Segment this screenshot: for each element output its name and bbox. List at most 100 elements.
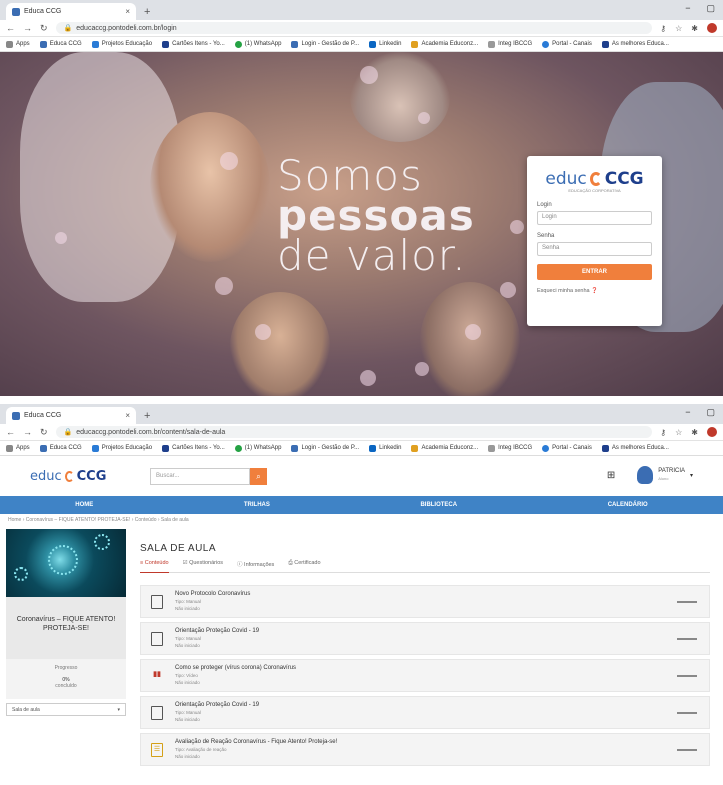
forward-icon[interactable]: → bbox=[23, 427, 32, 437]
bookmark-icon bbox=[162, 40, 170, 48]
nav-home[interactable]: HOME bbox=[75, 502, 93, 508]
bookmark[interactable]: (1) WhatsApp bbox=[234, 40, 281, 48]
profile-icon[interactable] bbox=[707, 427, 717, 437]
video-icon: ▮▮ bbox=[153, 670, 161, 678]
bookmark[interactable]: Academia Educonz... bbox=[411, 444, 478, 452]
section-select[interactable]: Sala de aula ▾ bbox=[6, 703, 126, 716]
key-icon[interactable]: ⚷ bbox=[660, 24, 666, 33]
item-title: Orientação Proteção Covid - 19 bbox=[175, 628, 260, 634]
apps-icon bbox=[6, 40, 13, 48]
bookmark[interactable]: Projetos Educação bbox=[91, 444, 152, 452]
bookmark-icon bbox=[291, 40, 299, 48]
new-tab-icon[interactable]: + bbox=[144, 410, 150, 422]
forgot-password-link[interactable]: Esqueci minha senha ❓ bbox=[537, 288, 652, 294]
bookmark[interactable]: Integ IBCCG bbox=[488, 444, 532, 452]
back-icon[interactable]: ← bbox=[6, 23, 15, 33]
tab-informacoes[interactable]: ⓘ Informações bbox=[237, 560, 274, 568]
nav-calendario[interactable]: CALENDÁRIO bbox=[608, 502, 648, 508]
item-type: Tipo: Avaliação de reação bbox=[175, 747, 227, 752]
bookmark-icon bbox=[411, 444, 419, 452]
reload-icon[interactable]: ↻ bbox=[40, 427, 48, 438]
decor-dot bbox=[415, 362, 429, 376]
bookmark[interactable]: As melhores Educa... bbox=[601, 40, 669, 48]
url-field[interactable]: 🔒 educaccg.pontodeli.com.br/content/sala… bbox=[55, 426, 653, 438]
user-menu[interactable]: PATRICIA Aluno ▾ bbox=[637, 466, 693, 484]
bookmark[interactable]: Cartões Itens - Yo... bbox=[162, 40, 225, 48]
user-name: PATRICIA Aluno bbox=[658, 468, 685, 481]
close-tab-icon[interactable]: × bbox=[125, 411, 130, 420]
course-progress: Progresso 0% concluído bbox=[6, 659, 126, 699]
nav-biblioteca[interactable]: BIBLIOTECA bbox=[420, 502, 457, 508]
address-actions: ⚷ ☆ ✱ bbox=[660, 427, 717, 437]
bookmark[interactable]: Integ IBCCG bbox=[488, 40, 532, 48]
breadcrumb[interactable]: Home › Coronavírus – FIQUE ATENTO! PROTE… bbox=[0, 514, 723, 526]
item-type: Tipo: Manual bbox=[175, 710, 201, 715]
bookmark[interactable]: Login - Gestão de P... bbox=[291, 444, 359, 452]
bookmark[interactable]: Cartões Itens - Yo... bbox=[162, 444, 225, 452]
login-button[interactable]: ENTRAR bbox=[537, 264, 652, 280]
bookmark[interactable]: Educa CCG bbox=[39, 444, 82, 452]
bookmark[interactable]: Projetos Educação bbox=[91, 40, 152, 48]
new-tab-icon[interactable]: + bbox=[144, 6, 150, 18]
hero-photo-face bbox=[150, 112, 270, 262]
header-actions: ⊞ PATRICIA Aluno ▾ bbox=[607, 466, 693, 484]
apps-grid-icon[interactable]: ⊞ bbox=[607, 470, 615, 481]
minimize-icon[interactable]: − bbox=[685, 3, 690, 14]
back-icon[interactable]: ← bbox=[6, 427, 15, 437]
virus-icon bbox=[14, 567, 28, 581]
whatsapp-icon bbox=[234, 40, 242, 48]
bookmark[interactable]: (1) WhatsApp bbox=[234, 444, 281, 452]
educa-ccg-logo[interactable]: educ CCG bbox=[30, 465, 106, 487]
bookmark[interactable]: Linkedin bbox=[369, 444, 401, 452]
list-item[interactable]: ▮▮ Como se proteger (vírus corona) Coron… bbox=[140, 659, 710, 692]
educa-ccg-logo: educ CCG bbox=[545, 169, 644, 189]
bookmark[interactable]: Linkedin bbox=[369, 40, 401, 48]
bookmark[interactable]: Academia Educonz... bbox=[411, 40, 478, 48]
url-field[interactable]: 🔒 educaccg.pontodeli.com.br/login bbox=[55, 22, 653, 34]
profile-icon[interactable] bbox=[707, 23, 717, 33]
password-input[interactable]: Senha bbox=[537, 242, 652, 256]
list-item[interactable]: Orientação Proteção Covid - 19 Tipo: Man… bbox=[140, 622, 710, 655]
address-bar: ← → ↻ 🔒 educaccg.pontodeli.com.br/conten… bbox=[0, 424, 723, 441]
browser-tab[interactable]: Educa CCG × bbox=[6, 407, 136, 424]
maximize-icon[interactable]: ▢ bbox=[706, 407, 715, 418]
item-title: Como se proteger (vírus corona) Coronaví… bbox=[175, 665, 297, 671]
item-status: Não iniciado bbox=[175, 717, 200, 722]
tab-questionarios[interactable]: ☑ Questionários bbox=[183, 560, 223, 568]
bookmark[interactable]: Portal - Canais bbox=[542, 444, 592, 452]
hero-background: Somos pessoas de valor. educ CCG EDUCAÇÃ… bbox=[0, 52, 723, 396]
virus-icon bbox=[48, 545, 78, 575]
forward-icon[interactable]: → bbox=[23, 23, 32, 33]
bookmark[interactable]: Login - Gestão de P... bbox=[291, 40, 359, 48]
bookmark[interactable]: As melhores Educa... bbox=[601, 444, 669, 452]
extension-icon[interactable]: ✱ bbox=[691, 24, 698, 33]
search-button[interactable]: ⌕ bbox=[250, 468, 267, 485]
star-icon[interactable]: ☆ bbox=[675, 24, 682, 33]
key-icon[interactable]: ⚷ bbox=[660, 428, 666, 437]
list-item[interactable]: Orientação Proteção Covid - 19 Tipo: Man… bbox=[140, 696, 710, 729]
bookmark[interactable]: Apps bbox=[6, 444, 30, 452]
extension-icon[interactable]: ✱ bbox=[691, 428, 698, 437]
tab-conteudo[interactable]: ≡ Conteúdo bbox=[140, 560, 169, 573]
list-item[interactable]: Novo Protocolo Coronavírus Tipo: Manual … bbox=[140, 585, 710, 618]
decor-dot bbox=[215, 277, 233, 295]
minimize-icon[interactable]: − bbox=[685, 407, 690, 418]
star-icon[interactable]: ☆ bbox=[675, 428, 682, 437]
search-input[interactable]: Buscar... bbox=[150, 468, 250, 485]
content-list: Novo Protocolo Coronavírus Tipo: Manual … bbox=[140, 585, 710, 766]
document-icon bbox=[151, 631, 163, 646]
login-input[interactable]: Login bbox=[537, 211, 652, 225]
progress-bar bbox=[677, 712, 697, 714]
bookmark[interactable]: Educa CCG bbox=[39, 40, 82, 48]
maximize-icon[interactable]: ▢ bbox=[706, 3, 715, 14]
browser-tab[interactable]: Educa CCG × bbox=[6, 3, 136, 20]
nav-trilhas[interactable]: TRILHAS bbox=[244, 502, 270, 508]
bookmark[interactable]: Portal - Canais bbox=[542, 40, 592, 48]
close-tab-icon[interactable]: × bbox=[125, 7, 130, 16]
bookmark[interactable]: Apps bbox=[6, 40, 30, 48]
list-item[interactable]: ☰ Avaliação de Reação Coronavírus - Fiqu… bbox=[140, 733, 710, 766]
reload-icon[interactable]: ↻ bbox=[40, 23, 48, 34]
bookmark-icon bbox=[91, 40, 99, 48]
tab-certificado[interactable]: ⎙ Certificado bbox=[288, 560, 320, 568]
window-controls: − ▢ bbox=[685, 407, 715, 418]
